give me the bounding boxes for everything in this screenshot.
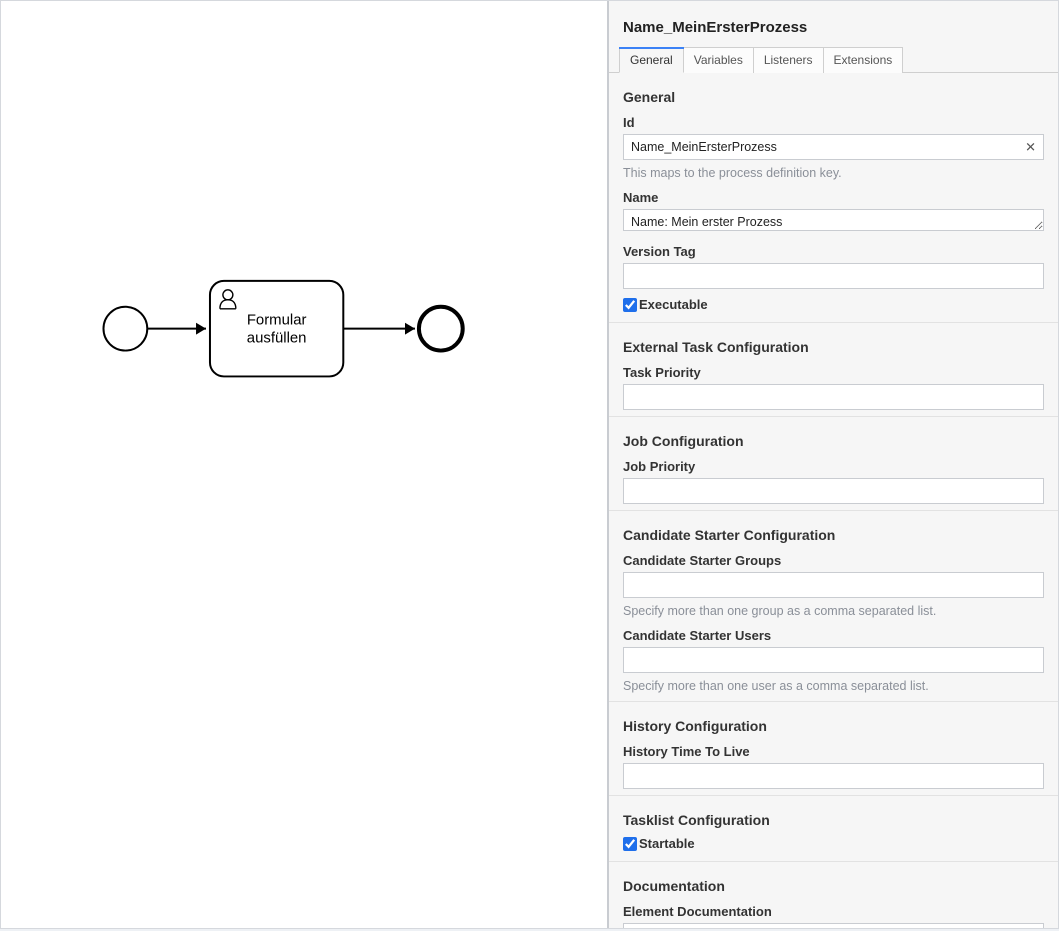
task-priority-input[interactable] (623, 384, 1044, 410)
panel-title: Name_MeinErsterProzess (609, 1, 1058, 46)
section-tasklist: Tasklist Configuration Startable (609, 796, 1058, 862)
element-doc-label: Element Documentation (623, 904, 1044, 919)
section-heading: Candidate Starter Configuration (623, 527, 1044, 543)
id-hint: This maps to the process definition key. (623, 166, 1044, 180)
section-external-task: External Task Configuration Task Priorit… (609, 323, 1058, 417)
section-heading: Documentation (623, 878, 1044, 894)
candidate-users-hint: Specify more than one user as a comma se… (623, 679, 1044, 693)
tab-general[interactable]: General (619, 47, 684, 73)
candidate-users-label: Candidate Starter Users (623, 628, 1044, 643)
id-input[interactable] (623, 134, 1044, 160)
task-label-line1: Formular (247, 312, 307, 329)
tab-bar: General Variables Listeners Extensions (609, 46, 1058, 73)
candidate-groups-label: Candidate Starter Groups (623, 553, 1044, 568)
tab-extensions[interactable]: Extensions (824, 47, 904, 73)
section-heading: History Configuration (623, 718, 1044, 734)
startable-checkbox[interactable] (623, 837, 637, 851)
section-heading: Job Configuration (623, 433, 1044, 449)
candidate-groups-input[interactable] (623, 572, 1044, 598)
job-priority-label: Job Priority (623, 459, 1044, 474)
section-heading: Tasklist Configuration (623, 812, 1044, 828)
section-heading: General (623, 89, 1044, 105)
section-heading: External Task Configuration (623, 339, 1044, 355)
section-job: Job Configuration Job Priority (609, 417, 1058, 511)
task-priority-label: Task Priority (623, 365, 1044, 380)
start-event[interactable] (103, 307, 147, 351)
arrowhead-icon (196, 323, 206, 335)
history-ttl-label: History Time To Live (623, 744, 1044, 759)
end-event[interactable] (419, 307, 463, 351)
version-tag-input[interactable] (623, 263, 1044, 289)
name-input[interactable] (623, 209, 1044, 231)
app-frame: Formular ausfüllen Name_MeinErsterProzes… (0, 0, 1059, 929)
startable-row: Startable (623, 836, 1044, 851)
clear-icon[interactable]: ✕ (1025, 141, 1036, 154)
executable-checkbox[interactable] (623, 298, 637, 312)
startable-label: Startable (639, 836, 695, 851)
section-documentation: Documentation Element Documentation (609, 862, 1058, 928)
tab-listeners[interactable]: Listeners (754, 47, 824, 73)
section-history: History Configuration History Time To Li… (609, 702, 1058, 796)
id-label: Id (623, 115, 1044, 130)
section-general: General Id ✕ This maps to the process de… (609, 73, 1058, 323)
bpmn-diagram: Formular ausfüllen (1, 1, 607, 928)
properties-panel: Name_MeinErsterProzess General Variables… (608, 1, 1058, 928)
executable-label: Executable (639, 297, 708, 312)
arrowhead-icon (405, 323, 415, 335)
job-priority-input[interactable] (623, 478, 1044, 504)
element-doc-input[interactable] (623, 923, 1044, 928)
executable-row: Executable (623, 297, 1044, 312)
candidate-groups-hint: Specify more than one group as a comma s… (623, 604, 1044, 618)
id-input-wrap: ✕ (623, 134, 1044, 160)
candidate-users-input[interactable] (623, 647, 1044, 673)
task-label-line2: ausfüllen (247, 330, 307, 347)
section-candidate: Candidate Starter Configuration Candidat… (609, 511, 1058, 702)
version-tag-label: Version Tag (623, 244, 1044, 259)
history-ttl-input[interactable] (623, 763, 1044, 789)
name-label: Name (623, 190, 1044, 205)
diagram-canvas[interactable]: Formular ausfüllen (1, 1, 608, 928)
tab-variables[interactable]: Variables (684, 47, 754, 73)
